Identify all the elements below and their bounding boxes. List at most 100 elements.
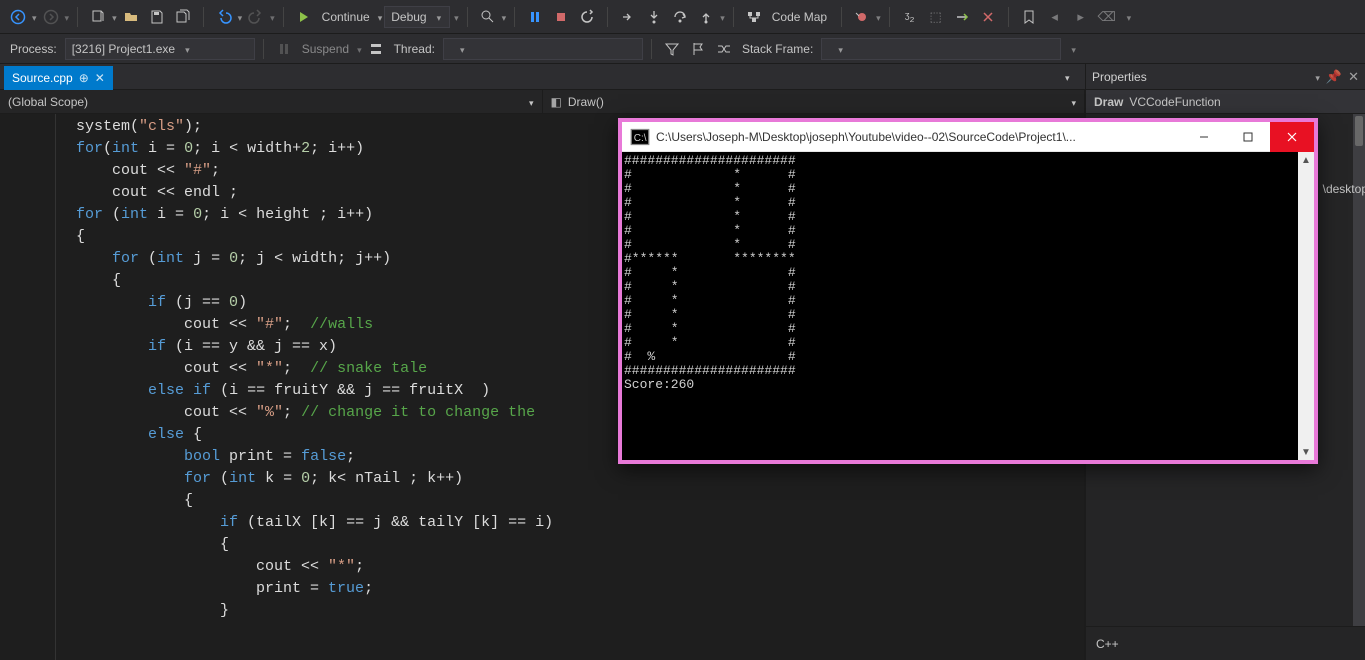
step-chevron-icon[interactable] — [720, 9, 725, 24]
redo-chevron-icon[interactable] — [270, 9, 275, 24]
continue-button[interactable] — [292, 5, 316, 29]
prev-bookmark-button[interactable]: ◂ — [1043, 5, 1067, 29]
find-button[interactable] — [476, 5, 500, 29]
console-output[interactable]: ###################### # * # # * # # * #… — [622, 152, 1298, 460]
stackframe-label: Stack Frame: — [742, 42, 813, 56]
stop-button[interactable] — [549, 5, 573, 29]
properties-footer-label: C++ — [1096, 637, 1119, 651]
save-all-button[interactable] — [171, 5, 195, 29]
toolbar-btn-3[interactable] — [976, 5, 1000, 29]
restart-button[interactable] — [575, 5, 599, 29]
pin-icon[interactable]: ⊕ — [79, 71, 89, 85]
main-toolbar: Continue Debug Code Map ᶾ₂ ⬚ ◂ ▸ ⌫ — [0, 0, 1365, 34]
undo-chevron-icon[interactable] — [238, 9, 243, 24]
scroll-down-icon[interactable]: ▼ — [1298, 444, 1314, 460]
show-next-statement-button[interactable] — [616, 5, 640, 29]
function-icon: ◧ — [551, 95, 562, 109]
find-chevron-icon[interactable] — [502, 9, 507, 24]
scope-combo-left[interactable]: (Global Scope) — [0, 90, 543, 113]
properties-object-name: Draw — [1094, 95, 1123, 109]
console-window[interactable]: C:\ C:\Users\Joseph-M\Desktop\joseph\You… — [618, 118, 1318, 464]
step-out-button[interactable] — [694, 5, 718, 29]
close-icon[interactable]: ✕ — [1348, 69, 1359, 85]
console-title: C:\Users\Joseph-M\Desktop\joseph\Youtube… — [656, 130, 1182, 144]
toggle-breakpoint-button[interactable] — [850, 5, 874, 29]
thread-combo[interactable] — [443, 38, 643, 60]
chevron-down-icon — [460, 42, 465, 56]
process-label: Process: — [10, 42, 57, 56]
new-file-button[interactable] — [86, 5, 110, 29]
toolbar2-overflow-icon[interactable] — [1071, 41, 1076, 56]
suspend-chevron-icon[interactable] — [357, 41, 362, 56]
continue-label[interactable]: Continue — [322, 10, 370, 24]
shuffle-button[interactable] — [712, 37, 736, 61]
save-button[interactable] — [145, 5, 169, 29]
pin-icon[interactable]: 📌 — [1326, 69, 1342, 85]
toolbar1-overflow-icon[interactable] — [1127, 9, 1132, 24]
properties-object-type: VCCodeFunction — [1129, 95, 1220, 109]
config-combo-value: Debug — [391, 10, 426, 24]
stackframe-combo[interactable] — [821, 38, 1061, 60]
chevron-down-icon — [838, 42, 843, 56]
props-menu-icon[interactable] — [1315, 69, 1320, 84]
close-button[interactable] — [1270, 122, 1314, 152]
codemap-icon[interactable] — [742, 5, 766, 29]
side-path-label: \desktop — [1323, 182, 1365, 196]
open-file-button[interactable] — [119, 5, 143, 29]
chevron-down-icon — [1071, 95, 1076, 109]
properties-object[interactable]: Draw VCCodeFunction — [1086, 90, 1365, 114]
scope-right-value: Draw() — [568, 95, 604, 109]
toolbar-btn-1[interactable]: ⬚ — [924, 5, 948, 29]
config-overflow-chevron-icon[interactable] — [454, 9, 459, 24]
maximize-button[interactable] — [1226, 122, 1270, 152]
bookmark-button[interactable] — [1017, 5, 1041, 29]
clear-bookmarks-button[interactable]: ⌫ — [1095, 5, 1119, 29]
debug-toolbar: Process: [3216] Project1.exe Suspend Thr… — [0, 34, 1365, 64]
chevron-down-icon — [437, 10, 442, 24]
chevron-down-icon — [529, 95, 534, 109]
config-combo[interactable]: Debug — [384, 6, 450, 28]
nav-forward-chevron-icon[interactable] — [65, 9, 70, 24]
suspend-icon[interactable] — [272, 37, 296, 61]
nav-back-chevron-icon[interactable] — [32, 9, 37, 24]
filter-button[interactable] — [660, 37, 684, 61]
flag-button[interactable] — [686, 37, 710, 61]
scope-left-value: (Global Scope) — [8, 95, 88, 109]
redo-button[interactable] — [244, 5, 268, 29]
properties-title: Properties — [1092, 70, 1315, 84]
pause-button[interactable] — [523, 5, 547, 29]
nav-forward-button[interactable] — [39, 5, 63, 29]
console-app-icon: C:\ — [630, 127, 650, 147]
process-combo[interactable]: [3216] Project1.exe — [65, 38, 255, 60]
nav-back-button[interactable] — [6, 5, 30, 29]
minimize-button[interactable] — [1182, 122, 1226, 152]
chevron-down-icon — [185, 42, 190, 56]
breakpoint-chevron-icon[interactable] — [876, 9, 881, 24]
undo-button[interactable] — [212, 5, 236, 29]
scope-bar: (Global Scope) ◧ Draw() — [0, 90, 1084, 114]
tab-overflow-icon[interactable] — [1065, 69, 1079, 84]
scope-combo-right[interactable]: ◧ Draw() — [543, 90, 1085, 113]
code-content[interactable]: system("cls"); for(int i = 0; i < width+… — [56, 114, 553, 660]
tab-label: Source.cpp — [12, 71, 73, 85]
step-over-button[interactable] — [668, 5, 692, 29]
tab-source-cpp[interactable]: Source.cpp ⊕ ✕ — [4, 66, 113, 90]
continue-chevron-icon[interactable] — [378, 9, 383, 24]
editor-margin[interactable] — [0, 114, 56, 660]
next-bookmark-button[interactable]: ▸ — [1069, 5, 1093, 29]
console-titlebar[interactable]: C:\ C:\Users\Joseph-M\Desktop\joseph\You… — [622, 122, 1314, 152]
properties-footer: C++ — [1086, 626, 1365, 660]
new-file-chevron-icon[interactable] — [112, 9, 117, 24]
close-icon[interactable]: ✕ — [95, 71, 105, 85]
scroll-up-icon[interactable]: ▲ — [1298, 152, 1314, 168]
svg-text:C:\: C:\ — [634, 132, 647, 143]
codemap-label[interactable]: Code Map — [772, 10, 827, 24]
toolbar-btn-2[interactable] — [950, 5, 974, 29]
thread-icon[interactable] — [364, 37, 388, 61]
hex-button[interactable]: ᶾ₂ — [898, 5, 922, 29]
step-into-button[interactable] — [642, 5, 666, 29]
suspend-label[interactable]: Suspend — [302, 42, 349, 56]
console-client: ###################### # * # # * # # * #… — [622, 152, 1314, 460]
thread-label: Thread: — [394, 42, 435, 56]
console-scrollbar[interactable]: ▲ ▼ — [1298, 152, 1314, 460]
